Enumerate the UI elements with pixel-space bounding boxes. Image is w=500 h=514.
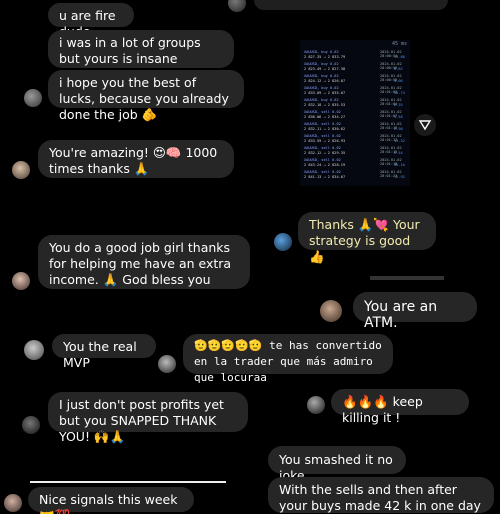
message-text: Thanks 🙏💘 Your strategy is good 👍: [309, 217, 420, 264]
message-bubble: u are fire dude: [48, 3, 134, 39]
trade-row: XAUUSD, sell 0.02 2 833.59 → 2 826.93 2024…: [300, 134, 410, 144]
trade-prices: 2 833.09 → 2 835.07: [304, 90, 346, 95]
avatar: [12, 161, 30, 179]
trade-row: XAUUSD, sell 0.02 2 841.13 → 2 834.67 2024…: [300, 170, 410, 180]
trade-row: XAUUSD, sell 0.02 2 836.06 → 2 834.27 2024…: [300, 110, 410, 120]
trade-symbol: XAUUSD, sell 0.02: [304, 122, 341, 126]
trade-profit: 13.32: [394, 138, 405, 143]
trade-prices: 2 827.35 → 2 833.79: [304, 54, 346, 59]
trade-symbol: XAUUSD, sell 0.02: [304, 134, 341, 138]
message-bubble: I just don't post profits yet but you SN…: [48, 392, 248, 444]
trade-symbol: XAUUSD, sell 0.02: [304, 146, 341, 150]
message-bubble: i hope you the best of lucks, because yo…: [48, 70, 244, 122]
avatar: [158, 355, 176, 373]
avatar: [4, 494, 22, 512]
trade-prices: 2 832.11 → 2 830.62: [304, 126, 346, 131]
trade-profit: 8.82: [394, 66, 403, 71]
message-text: You the real MVP: [63, 339, 137, 370]
message-bubble: i was in a lot of groups but yours is in…: [48, 30, 234, 68]
avatar: [307, 396, 325, 414]
send-icon[interactable]: [414, 114, 436, 136]
trade-prices: 2 841.13 → 2 834.67: [304, 174, 346, 179]
trade-symbol: XAUUSD, buy 0.02: [304, 98, 339, 102]
trade-profit: 13.88: [394, 54, 405, 59]
message-bubble: You the real MVP: [52, 334, 156, 370]
trade-row: XAUUSD, sell 0.02 2 832.12 → 2 829.35 2024…: [300, 146, 410, 156]
avatar: [24, 89, 42, 107]
message-text: 🫡🫡🫡🫡🫡 te has convertido en la trader que…: [194, 339, 382, 384]
trade-symbol: XAUUSD, sell 0.02: [304, 170, 341, 174]
message-bubble: With the sells and then after your buys …: [268, 477, 494, 513]
divider: [370, 276, 444, 280]
trade-profit: 4.06: [394, 78, 403, 83]
message-text: With the sells and then after your buys …: [279, 482, 481, 513]
message-text: You are an ATM.: [364, 299, 438, 331]
message-bubble: You smashed it no joke: [268, 446, 406, 483]
message-text: i hope you the best of lucks, because yo…: [59, 75, 229, 122]
trade-symbol: XAUUSD, buy 0.02: [304, 62, 339, 66]
message-bubble: Thanks 🙏💘 Your strategy is good 👍: [298, 212, 436, 264]
trade-row: XAUUSD, buy 0.02 2 824.12 → 2 826.07 2024.…: [300, 74, 410, 84]
trade-profit: 5.54: [394, 150, 403, 155]
trade-symbol: XAUUSD, sell 0.02: [304, 158, 341, 162]
trade-prices: 2 843.24 → 2 828.19: [304, 162, 346, 167]
trade-profit: 3.58: [394, 114, 403, 119]
divider: [30, 481, 226, 483]
chat-collage: u are fire dude i was in a lot of groups…: [0, 0, 500, 514]
message-text: I just don't post profits yet but you SN…: [59, 397, 224, 444]
trade-prices: 2 832.18 → 2 835.53: [304, 102, 346, 107]
trade-row: XAUUSD, buy 0.02 2 823.49 → 2 827.38 2024.…: [300, 62, 410, 72]
trade-row: XAUUSD, buy 0.02 2 833.09 → 2 835.07 2024.…: [300, 86, 410, 96]
trade-symbol: XAUUSD, buy 0.02: [304, 86, 339, 90]
trade-profit: 38.74: [394, 90, 405, 95]
trade-symbol: XAUUSD, buy 0.02: [304, 74, 339, 78]
trade-row: XAUUSD, sell 0.02 2 843.24 → 2 828.19 2024…: [300, 158, 410, 168]
trade-profit: 30.10: [394, 162, 405, 167]
avatar: [228, 0, 246, 12]
trade-symbol: XAUUSD, sell 0.02: [304, 110, 341, 114]
trade-row: XAUUSD, buy 0.02 2 832.18 → 2 835.53 2024.…: [300, 98, 410, 108]
trade-row: XAUUSD, sell 0.02 2 832.11 → 2 830.62 2024…: [300, 122, 410, 132]
trade-prices: 2 824.12 → 2 826.07: [304, 78, 346, 83]
trade-prices: 2 823.49 → 2 827.38: [304, 66, 346, 71]
trade-symbol: XAUUSD, buy 0.02: [304, 50, 339, 54]
message-bubble: 🫡🫡🫡🫡🫡 te has convertido en la trader que…: [183, 334, 393, 384]
avatar: [320, 300, 342, 322]
avatar: [22, 416, 40, 434]
trade-profit: 12.92: [394, 174, 405, 179]
message-bubble: You do a good job girl thanks for helpin…: [38, 235, 250, 289]
message-text: You're amazing! 😍🧠 1000 times thanks 🙏: [49, 145, 218, 176]
message-text: i was in a lot of groups but yours is in…: [59, 35, 201, 66]
message-bubble: You're amazing! 😍🧠 1000 times thanks 🙏: [38, 140, 234, 178]
message-text: You do a good job girl thanks for helpin…: [49, 240, 232, 287]
trade-history-screenshot: 45 ms XAUUSD, buy 0.02 2 827.35 → 2 833.7…: [300, 40, 410, 186]
trade-prices: 2 836.06 → 2 834.27: [304, 114, 346, 119]
cropped-bubble-top: [254, 0, 448, 10]
message-bubble: 🔥🔥🔥 keep killing it !: [331, 389, 469, 425]
avatar: [24, 340, 44, 360]
message-bubble: You are an ATM.: [353, 292, 477, 331]
message-bubble: Nice signals this week 🤝💯: [28, 487, 194, 514]
trade-profit: 6.35: [394, 102, 403, 107]
trade-row: XAUUSD, buy 0.02 2 827.35 → 2 833.79 2024.…: [300, 50, 410, 60]
screenshot-header: 45 ms: [392, 41, 408, 47]
message-text: Nice signals this week 🤝💯: [39, 492, 178, 514]
trade-profit: 2.98: [394, 126, 403, 131]
avatar: [274, 233, 292, 251]
trade-prices: 2 833.59 → 2 826.93: [304, 138, 346, 143]
message-text: 🔥🔥🔥 keep killing it !: [342, 394, 423, 425]
avatar: [12, 272, 30, 290]
trade-prices: 2 832.12 → 2 829.35: [304, 150, 346, 155]
